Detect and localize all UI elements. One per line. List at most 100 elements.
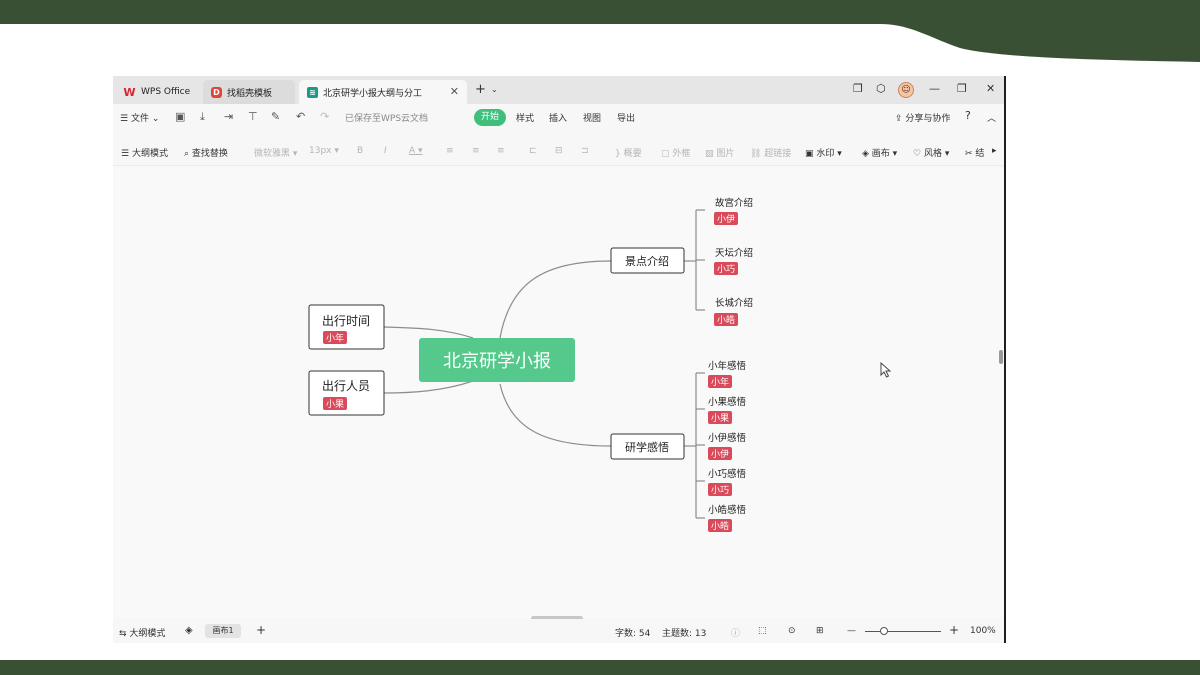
topic-travel-time[interactable]: 出行时间 小年 xyxy=(308,304,385,350)
undo-icon[interactable]: ↶ xyxy=(296,110,305,123)
mindmap-doc-icon: ≋ xyxy=(307,86,318,98)
topic-travelers[interactable]: 出行人员 小果 xyxy=(308,370,385,416)
map-icon[interactable]: ⊞ xyxy=(816,626,824,636)
subtopic-reflection-1[interactable]: 小年感悟 小年 xyxy=(708,360,747,388)
subtopic-label: 小皓感悟 xyxy=(708,504,747,516)
zoom-in-icon[interactable]: + xyxy=(949,623,959,637)
structure-button[interactable]: ✂ 结 xyxy=(965,146,984,159)
cube-icon[interactable]: ⬡ xyxy=(876,82,886,95)
format-painter-icon[interactable]: ⊤ xyxy=(248,110,258,123)
subtopic-temple[interactable]: 天坛介绍 小巧 xyxy=(714,247,753,275)
topic-label: 研学感悟 xyxy=(625,440,669,454)
pen-icon[interactable]: ✎ xyxy=(271,110,280,123)
assignee-tag: 小年 xyxy=(326,332,344,344)
word-count: 字数: 54 xyxy=(615,629,651,639)
assignee-tag: 小伊 xyxy=(717,213,735,225)
subtopic-great-wall[interactable]: 长城介绍 小皓 xyxy=(714,297,753,326)
subtopic-label: 天坛介绍 xyxy=(715,247,753,259)
tab-export[interactable]: 导出 xyxy=(617,111,635,124)
topic-label: 景点介绍 xyxy=(625,254,669,268)
subtopic-reflection-5[interactable]: 小皓感悟 小皓 xyxy=(708,504,747,532)
root-topic[interactable]: 北京研学小报 xyxy=(419,338,575,382)
collapse-ribbon-icon[interactable]: ︿ xyxy=(987,111,996,124)
window-layout-icon[interactable]: ❐ xyxy=(853,82,863,95)
tab-insert[interactable]: 插入 xyxy=(549,111,567,124)
topic-count: 主题数: 13 xyxy=(662,629,707,639)
assignee-tag: 小果 xyxy=(326,399,344,410)
save-icon[interactable]: ▣ xyxy=(175,110,185,123)
docer-logo-icon: D xyxy=(211,86,222,98)
tab-document[interactable]: ≋ 北京研学小报大纲与分工 ✕ xyxy=(299,80,467,104)
import-icon[interactable]: ⇥ xyxy=(224,110,233,123)
locate-icon[interactable]: ⊙ xyxy=(788,626,796,636)
topic-label: 出行人员 xyxy=(322,379,370,393)
subtopic-label: 小果感悟 xyxy=(708,396,747,408)
mindmap-canvas[interactable]: 北京研学小报 出行时间 小年 出行人员 小果 景点介绍 故宫介绍 小伊 天坛介绍… xyxy=(113,168,1004,621)
add-page-icon[interactable]: + xyxy=(256,623,266,637)
font-family-select[interactable]: 微软雅黑 ▾ xyxy=(254,146,297,159)
topic-label: 出行时间 xyxy=(322,314,370,328)
assignee-tag: 小巧 xyxy=(717,264,735,275)
align-center-icon[interactable]: ≡ xyxy=(472,146,480,156)
subtopic-label: 长城介绍 xyxy=(715,297,753,309)
summary-button[interactable]: } 概要 xyxy=(615,146,642,159)
scroll-right-icon[interactable]: ▸ xyxy=(992,146,997,156)
help-button[interactable]: ? xyxy=(965,109,971,122)
download-icon[interactable]: ⤓ xyxy=(200,110,205,124)
outer-frame-button[interactable]: ▢ 外框 xyxy=(661,146,690,159)
find-replace-button[interactable]: ⌕ 查找替换 xyxy=(184,146,228,159)
share-button[interactable]: ⇪ 分享与协作 xyxy=(895,111,950,124)
assignee-tag: 小年 xyxy=(711,376,729,388)
page-tab-canvas1[interactable]: 画布1 xyxy=(205,624,241,638)
subtopic-label: 小伊感悟 xyxy=(708,432,747,444)
subtopic-reflection-2[interactable]: 小果感悟 小果 xyxy=(708,396,747,424)
hyperlink-button[interactable]: ⛓ 超链接 xyxy=(750,146,791,159)
new-tab-plus-icon[interactable]: + xyxy=(475,82,486,97)
zoom-slider-handle[interactable] xyxy=(880,627,888,635)
root-topic-label: 北京研学小报 xyxy=(443,351,551,372)
select-icon[interactable]: ⬚ xyxy=(758,626,767,636)
tab-wps-office[interactable]: W WPS Office xyxy=(115,80,199,104)
subtopic-reflection-3[interactable]: 小伊感悟 小伊 xyxy=(708,432,747,460)
zoom-level[interactable]: 100% xyxy=(970,626,996,636)
vertical-scrollbar[interactable] xyxy=(999,350,1003,364)
tab-template[interactable]: D 找稻壳模板 xyxy=(203,80,295,104)
close-icon[interactable]: ✕ xyxy=(450,85,459,98)
chevron-down-icon[interactable]: ⌄ xyxy=(491,85,498,94)
sibling-topic-icon[interactable]: ⊟ xyxy=(555,146,563,156)
mouse-pointer-icon xyxy=(880,362,892,378)
topic-scenic-intro[interactable]: 景点介绍 xyxy=(610,247,685,274)
menu-bar: ☰ 文件 ⌄ ▣ ⤓ ⇥ ⊤ ✎ ↶ ↷ 已保存至WPS云文档 开始 样式 插入… xyxy=(113,104,1004,132)
outline-mode-button[interactable]: ☰ 大纲模式 xyxy=(121,146,168,159)
zoom-out-icon[interactable]: — xyxy=(847,626,856,636)
subtopic-palace[interactable]: 故宫介绍 小伊 xyxy=(714,197,753,225)
font-size-select[interactable]: 13px ▾ xyxy=(309,146,339,156)
avatar[interactable]: ☺ xyxy=(898,82,914,98)
subtopic-reflection-4[interactable]: 小巧感悟 小巧 xyxy=(708,468,747,496)
topic-study-reflection[interactable]: 研学感悟 xyxy=(610,433,685,460)
tab-start[interactable]: 开始 xyxy=(474,109,506,126)
child-topic-icon[interactable]: ⊏ xyxy=(529,146,537,156)
layers-icon[interactable]: ◈ xyxy=(185,625,193,636)
font-color-button[interactable]: A ▾ xyxy=(409,146,423,156)
watermark-button[interactable]: ▣ 水印 ▾ xyxy=(805,146,842,159)
tab-view[interactable]: 视图 xyxy=(583,111,601,124)
file-menu[interactable]: ☰ 文件 ⌄ xyxy=(120,111,159,124)
tab-style[interactable]: 样式 xyxy=(516,111,534,124)
maximize-icon[interactable]: ❐ xyxy=(957,82,967,95)
image-button[interactable]: ▨ 图片 xyxy=(705,146,734,159)
minimize-icon[interactable]: — xyxy=(929,82,940,95)
tab-bar: W WPS Office D 找稻壳模板 ≋ 北京研学小报大纲与分工 ✕ + ⌄… xyxy=(113,76,1004,104)
canvas-button[interactable]: ◈ 画布 ▾ xyxy=(862,146,897,159)
theme-style-button[interactable]: ♡ 风格 ▾ xyxy=(913,146,949,159)
bold-button[interactable]: B xyxy=(357,146,363,156)
outline-mode-toggle[interactable]: ⇆ 大纲模式 xyxy=(119,626,165,639)
align-right-icon[interactable]: ≡ xyxy=(497,146,505,156)
align-left-icon[interactable]: ≡ xyxy=(446,146,454,156)
parent-topic-icon[interactable]: ⊐ xyxy=(581,146,589,156)
redo-icon[interactable]: ↷ xyxy=(320,110,329,123)
zoom-slider[interactable] xyxy=(865,631,941,632)
italic-button[interactable]: I xyxy=(384,146,387,156)
window-close-icon[interactable]: ✕ xyxy=(986,82,995,95)
help-circle-icon[interactable]: ⓘ xyxy=(731,626,740,639)
